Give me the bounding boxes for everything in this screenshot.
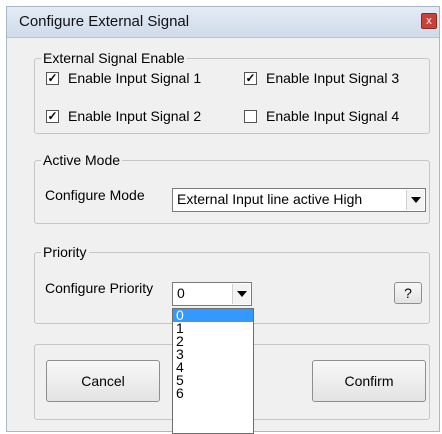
active-mode-legend: Active Mode (41, 152, 123, 168)
configure-priority-label: Configure Priority (45, 280, 154, 296)
confirm-button[interactable]: Confirm (312, 360, 426, 402)
priority-option-0[interactable]: 0 (173, 309, 253, 322)
priority-legend: Priority (41, 244, 89, 260)
checkbox-input-signal-2[interactable]: ✓ Enable Input Signal 2 (46, 108, 201, 124)
close-icon[interactable]: x (421, 13, 437, 29)
signal-enable-legend: External Signal Enable (41, 50, 187, 66)
checkbox-label: Enable Input Signal 4 (266, 108, 400, 124)
checkbox-input-signal-4[interactable]: Enable Input Signal 4 (244, 108, 399, 124)
window-title: Configure External Signal (19, 13, 190, 30)
priority-option-5[interactable]: 5 (173, 373, 253, 387)
priority-option-4[interactable]: 4 (173, 360, 253, 374)
priority-option-2[interactable]: 2 (173, 334, 253, 348)
chevron-down-icon[interactable] (232, 284, 250, 304)
priority-option-3[interactable]: 3 (173, 347, 253, 361)
checkbox-label: Enable Input Signal 2 (68, 108, 202, 124)
configure-mode-value: External Input line active High (177, 191, 363, 207)
priority-option-1[interactable]: 1 (173, 321, 253, 335)
configure-priority-value: 0 (177, 285, 185, 301)
priority-option-6[interactable]: 6 (173, 386, 253, 400)
checkbox-box[interactable]: ✓ (46, 71, 59, 85)
configure-priority-select[interactable]: 0 (172, 282, 252, 306)
configure-mode-select[interactable]: External Input line active High (172, 188, 426, 212)
checkbox-input-signal-3[interactable]: ✓ Enable Input Signal 3 (244, 70, 399, 86)
help-button[interactable]: ? (394, 282, 422, 304)
checkbox-box[interactable]: ✓ (46, 109, 59, 123)
checkbox-label: Enable Input Signal 3 (266, 70, 400, 86)
priority-dropdown-list[interactable]: 0 1 2 3 4 5 6 (172, 308, 254, 434)
checkbox-box[interactable]: ✓ (244, 71, 257, 85)
checkbox-input-signal-1[interactable]: ✓ Enable Input Signal 1 (46, 70, 201, 86)
chevron-down-icon[interactable] (406, 190, 424, 210)
cancel-button[interactable]: Cancel (46, 360, 160, 402)
checkbox-box[interactable] (244, 109, 257, 123)
title-bar: Configure External Signal x (7, 7, 439, 38)
configure-mode-label: Configure Mode (45, 187, 145, 203)
checkbox-label: Enable Input Signal 1 (68, 70, 202, 86)
